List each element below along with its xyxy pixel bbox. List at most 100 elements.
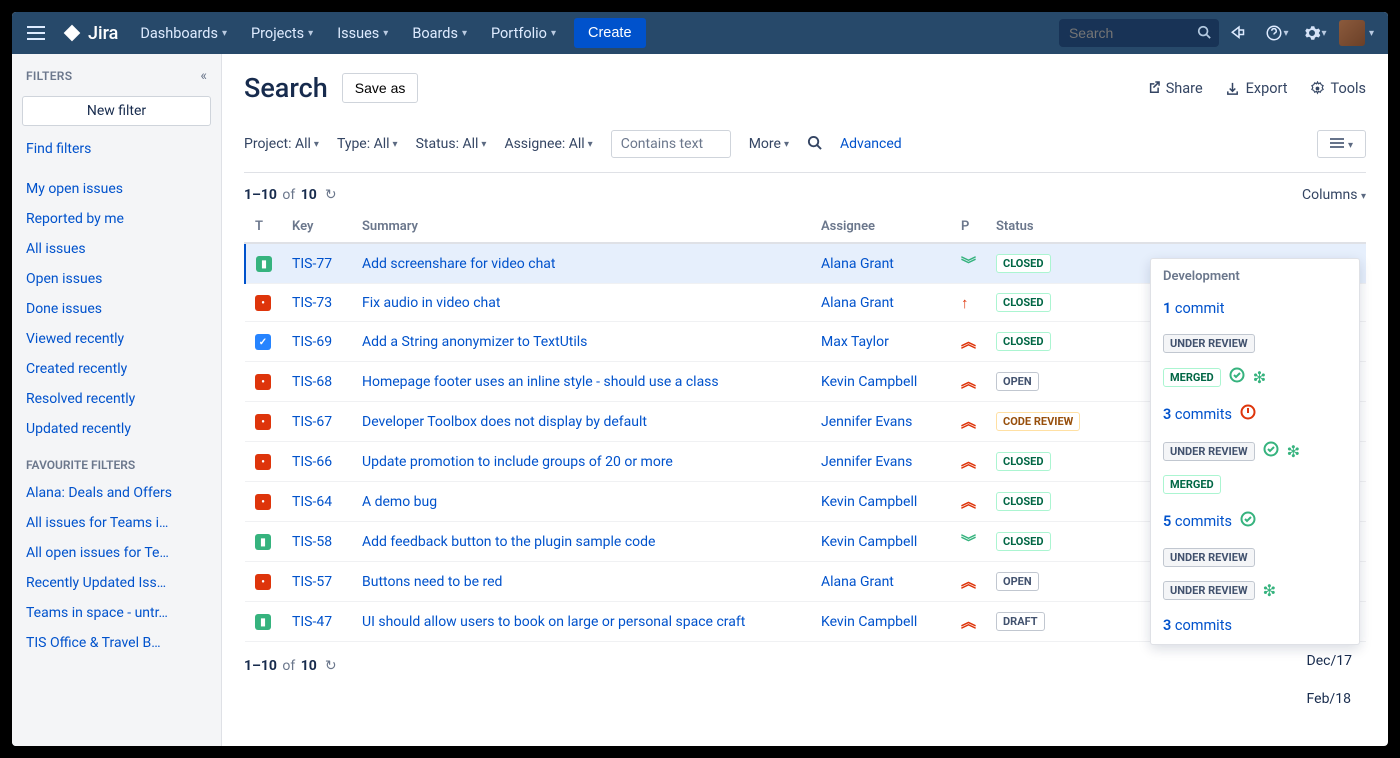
dev-pr-status[interactable]: UNDER REVIEW <box>1151 327 1359 360</box>
dev-pr-status[interactable]: MERGED <box>1151 468 1359 501</box>
development-panel: Development 1 commitUNDER REVIEWMERGED❇3… <box>1150 258 1360 645</box>
sidebar-item[interactable]: Open issues <box>12 264 221 294</box>
find-filters-link[interactable]: Find filters <box>12 134 221 164</box>
search-filter-icon[interactable] <box>807 135 822 154</box>
project-filter[interactable]: Project: All▾ <box>244 136 319 152</box>
issue-assignee[interactable]: Jennifer Evans <box>821 414 912 430</box>
dev-commits[interactable]: 3 commits <box>1151 394 1359 434</box>
user-avatar[interactable] <box>1339 20 1365 46</box>
sidebar-item[interactable]: Updated recently <box>12 414 221 444</box>
dev-pr-status[interactable]: UNDER REVIEW <box>1151 541 1359 574</box>
col-priority[interactable]: P <box>951 211 986 243</box>
issue-key[interactable]: TIS-73 <box>292 295 332 311</box>
issue-summary[interactable]: Buttons need to be red <box>362 574 502 590</box>
issue-assignee[interactable]: Alana Grant <box>821 256 894 272</box>
nav-boards[interactable]: Boards▾ <box>400 12 479 54</box>
status-filter[interactable]: Status: All▾ <box>416 136 487 152</box>
app-switcher-icon[interactable] <box>20 17 52 49</box>
view-toggle[interactable]: ▾ <box>1317 130 1366 158</box>
share-button[interactable]: Share <box>1145 80 1203 97</box>
issue-assignee[interactable]: Kevin Campbell <box>821 374 917 390</box>
nav-issues[interactable]: Issues▾ <box>325 12 400 54</box>
nav-portfolio[interactable]: Portfolio▾ <box>479 12 568 54</box>
issue-key[interactable]: TIS-47 <box>292 614 332 630</box>
issue-assignee[interactable]: Kevin Campbell <box>821 534 917 550</box>
settings-icon[interactable]: ▾ <box>1297 15 1333 51</box>
issue-assignee[interactable]: Kevin Campbell <box>821 614 917 630</box>
nav-dashboards[interactable]: Dashboards▾ <box>128 12 239 54</box>
issue-assignee[interactable]: Max Taylor <box>821 334 889 350</box>
create-button[interactable]: Create <box>574 18 646 48</box>
issue-key[interactable]: TIS-69 <box>292 334 332 350</box>
issue-key[interactable]: TIS-58 <box>292 534 332 550</box>
sidebar-fav-item[interactable]: Recently Updated Iss… <box>12 568 221 598</box>
save-as-button[interactable]: Save as <box>342 73 419 103</box>
issue-key[interactable]: TIS-66 <box>292 454 332 470</box>
sidebar-item[interactable]: My open issues <box>12 174 221 204</box>
dev-pr-status[interactable]: MERGED❇ <box>1151 360 1359 394</box>
refresh-icon-bottom[interactable]: ↻ <box>325 658 337 674</box>
sidebar-item[interactable]: Reported by me <box>12 204 221 234</box>
col-key[interactable]: Key <box>282 211 352 243</box>
issue-summary[interactable]: Add screenshare for video chat <box>362 256 555 272</box>
sidebar-fav-item[interactable]: TIS Office & Travel B… <box>12 628 221 658</box>
dev-pr-status[interactable]: UNDER REVIEW❇ <box>1151 434 1359 468</box>
refresh-icon[interactable]: ↻ <box>325 187 337 203</box>
tools-button[interactable]: Tools <box>1310 80 1367 97</box>
global-search-input[interactable] <box>1059 19 1219 47</box>
nav-projects[interactable]: Projects▾ <box>239 12 325 54</box>
issue-summary[interactable]: Add a String anonymizer to TextUtils <box>362 334 587 350</box>
issue-key[interactable]: TIS-64 <box>292 494 332 510</box>
pr-badge: UNDER REVIEW <box>1163 548 1255 567</box>
issue-summary[interactable]: Fix audio in video chat <box>362 295 500 311</box>
jira-logo[interactable]: Jira <box>52 23 128 44</box>
issue-assignee[interactable]: Alana Grant <box>821 574 894 590</box>
col-type[interactable]: T <box>245 211 282 243</box>
issue-key[interactable]: TIS-67 <box>292 414 332 430</box>
sidebar-item[interactable]: Viewed recently <box>12 324 221 354</box>
contains-text-input[interactable]: Contains text <box>611 130 731 158</box>
issue-summary[interactable]: Developer Toolbox does not display by de… <box>362 414 647 430</box>
issue-assignee[interactable]: Alana Grant <box>821 295 894 311</box>
dev-commits[interactable]: 3 commits <box>1151 607 1359 644</box>
avatar-chevron-icon[interactable]: ▾ <box>1369 28 1374 39</box>
assignee-filter[interactable]: Assignee: All▾ <box>504 136 592 152</box>
dev-commits[interactable]: 1 commit <box>1151 290 1359 327</box>
status-badge: CODE REVIEW <box>996 412 1080 431</box>
sidebar-fav-item[interactable]: Teams in space - untr… <box>12 598 221 628</box>
export-button[interactable]: Export <box>1225 80 1288 97</box>
issue-summary[interactable]: A demo bug <box>362 494 437 510</box>
dev-commits[interactable]: 5 commits <box>1151 501 1359 541</box>
sidebar-fav-item[interactable]: Alana: Deals and Offers <box>12 478 221 508</box>
collapse-sidebar-icon[interactable]: « <box>200 68 207 84</box>
issue-summary[interactable]: Homepage footer uses an inline style - s… <box>362 374 719 390</box>
issue-key[interactable]: TIS-57 <box>292 574 332 590</box>
dev-pr-status[interactable]: UNDER REVIEW❇ <box>1151 574 1359 607</box>
sidebar-item[interactable]: Done issues <box>12 294 221 324</box>
col-summary[interactable]: Summary <box>352 211 811 243</box>
feedback-icon[interactable] <box>1221 15 1257 51</box>
sidebar-item[interactable]: Resolved recently <box>12 384 221 414</box>
advanced-link[interactable]: Advanced <box>840 136 902 152</box>
type-filter[interactable]: Type: All▾ <box>337 136 398 152</box>
sidebar-fav-item[interactable]: All issues for Teams i… <box>12 508 221 538</box>
priority-icon: ︽ <box>961 413 976 431</box>
columns-button[interactable]: Columns ▾ <box>1302 187 1366 203</box>
col-assignee[interactable]: Assignee <box>811 211 951 243</box>
issue-summary[interactable]: Add feedback button to the plugin sample… <box>362 534 655 550</box>
issue-assignee[interactable]: Jennifer Evans <box>821 454 912 470</box>
more-filters[interactable]: More▾ <box>749 136 789 152</box>
sidebar-item[interactable]: Created recently <box>12 354 221 384</box>
issue-assignee[interactable]: Kevin Campbell <box>821 494 917 510</box>
search-icon[interactable] <box>1197 25 1211 43</box>
issue-key[interactable]: TIS-68 <box>292 374 332 390</box>
issue-summary[interactable]: UI should allow users to book on large o… <box>362 614 745 630</box>
new-filter-button[interactable]: New filter <box>22 96 211 126</box>
sidebar-item[interactable]: All issues <box>12 234 221 264</box>
issue-summary[interactable]: Update promotion to include groups of 20… <box>362 454 673 470</box>
sidebar-fav-item[interactable]: All open issues for Te… <box>12 538 221 568</box>
issue-key[interactable]: TIS-77 <box>292 256 332 272</box>
col-status[interactable]: Status <box>986 211 1106 243</box>
main-content: Search Save as Share Export Tools Projec… <box>222 54 1388 746</box>
help-icon[interactable]: ▾ <box>1259 15 1295 51</box>
